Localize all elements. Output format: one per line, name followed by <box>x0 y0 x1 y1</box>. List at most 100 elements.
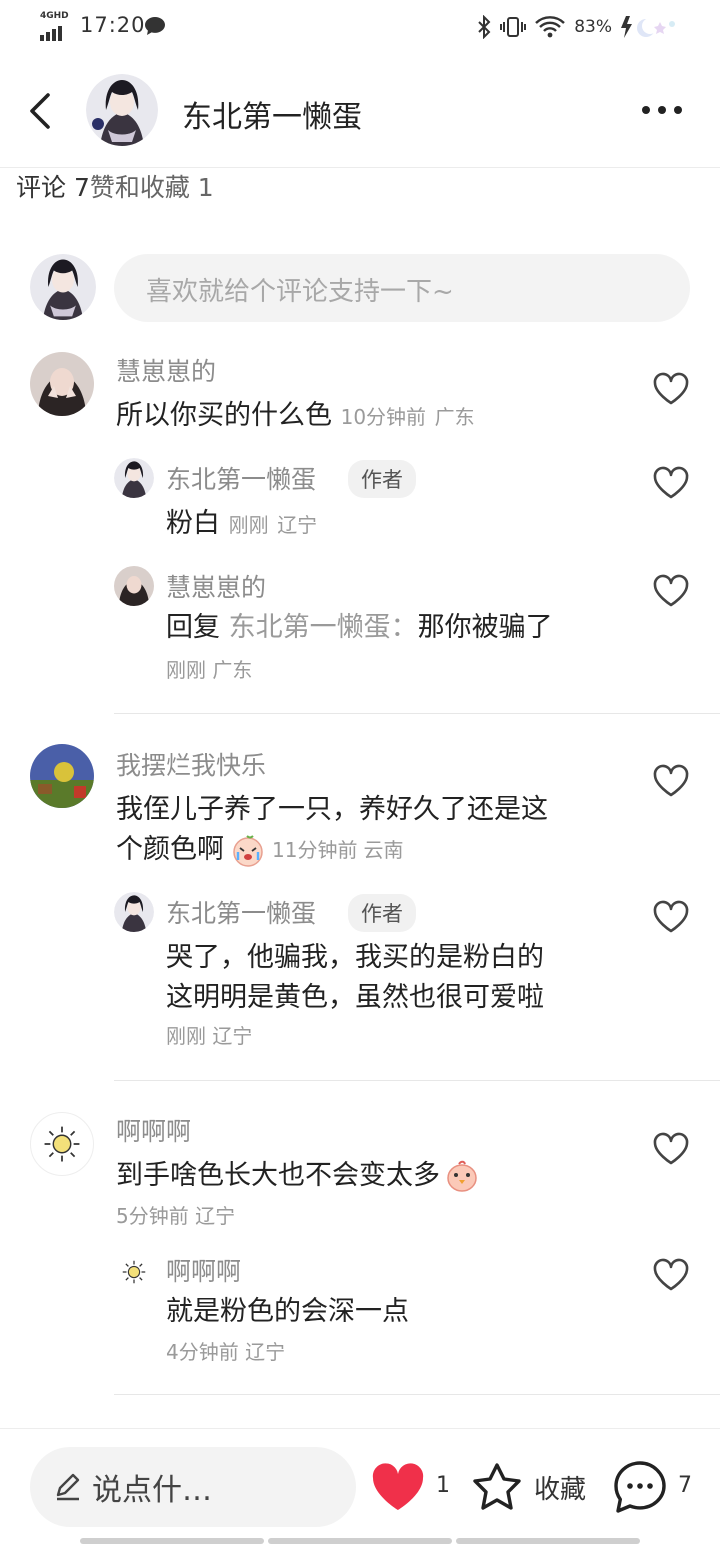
reply-time: 刚刚 <box>166 658 206 682</box>
reply-location: 辽宁 <box>277 513 318 537</box>
comment-text-line2: 个颜色啊 11分钟前 云南 <box>116 830 403 870</box>
thread-divider <box>114 1080 720 1081</box>
comment-body: 到手啥色长大也不会变太多 <box>116 1160 440 1191</box>
comment-count: 7 <box>678 1473 692 1498</box>
author-tag: 作者 <box>348 894 416 932</box>
author-tag: 作者 <box>348 460 416 498</box>
like-count: 1 <box>436 1473 450 1498</box>
say-something-label: 说点什… <box>92 1473 212 1508</box>
reply-avatar[interactable] <box>114 1252 154 1292</box>
network-type: 4GHD <box>40 11 69 21</box>
reply-body: 那你被骗了 <box>417 612 553 643</box>
commenter-avatar[interactable] <box>30 744 94 808</box>
wifi-icon <box>535 16 566 38</box>
reply-location: 辽宁 <box>212 1024 253 1048</box>
comment-location: 辽宁 <box>195 1204 236 1228</box>
chick-emoji-icon <box>447 1160 477 1192</box>
message-notification-icon <box>145 17 165 35</box>
star-icon[interactable] <box>470 1461 524 1513</box>
pencil-icon <box>56 1473 80 1501</box>
heart-outline-icon[interactable] <box>652 764 690 798</box>
reply-time: 刚刚 <box>166 1024 206 1048</box>
reply-meta: 刚刚 广东 <box>166 654 252 683</box>
anime-girl-avatar-icon <box>30 254 96 320</box>
heart-outline-icon[interactable] <box>652 466 690 500</box>
count-summary: 评论 7赞和收藏 1 <box>16 168 214 204</box>
bottom-action-bar: 说点什… 1 收藏 7 <box>0 1428 720 1544</box>
anime-girl-avatar-icon <box>86 74 158 146</box>
top-nav: 东北第一懒蛋 <box>0 58 720 168</box>
comment-time: 5分钟前 <box>116 1204 189 1228</box>
page-title: 东北第一懒蛋 <box>182 100 362 135</box>
reply-prefix: 回复 <box>166 612 220 643</box>
like-save-count-label: 赞和收藏 1 <box>89 173 214 202</box>
comment-count-label: 评论 7 <box>16 173 90 202</box>
comment-username[interactable]: 我摆烂我快乐 <box>116 746 266 782</box>
comment-input[interactable]: 喜欢就给个评论支持一下~ <box>114 254 690 322</box>
say-something-input[interactable]: 说点什… <box>30 1447 356 1527</box>
reply-avatar[interactable] <box>114 892 154 932</box>
heart-outline-icon[interactable] <box>652 1258 690 1292</box>
reply-target-name[interactable]: 东北第一懒蛋： <box>229 612 418 643</box>
anime-girl-avatar-icon <box>114 458 154 498</box>
comment-input-placeholder: 喜欢就给个评论支持一下~ <box>146 277 454 307</box>
heart-outline-icon[interactable] <box>652 574 690 608</box>
comment-meta: 5分钟前 辽宁 <box>116 1200 235 1229</box>
heart-outline-icon[interactable] <box>652 1132 690 1166</box>
more-icon[interactable] <box>640 104 684 116</box>
reply-text-line2: 这明明是黄色，虽然也很可爱啦 <box>166 982 544 1013</box>
comment-username[interactable]: 慧崽崽的 <box>116 352 216 388</box>
thread-divider <box>114 713 720 714</box>
save-label[interactable]: 收藏 <box>534 1469 586 1506</box>
clock: 17:20 <box>80 13 146 37</box>
thread-divider <box>114 1394 720 1395</box>
vibrate-icon <box>500 17 527 37</box>
comment-location: 云南 <box>363 838 404 862</box>
comment-bubble-icon[interactable] <box>612 1459 668 1515</box>
comment-body: 所以你买的什么色 <box>116 400 332 431</box>
sun-icon <box>44 1126 80 1162</box>
reply-avatar[interactable] <box>114 566 154 606</box>
reply-text-line1: 哭了，他骗我，我买的是粉白的 <box>166 942 544 973</box>
anime-girl-avatar-icon <box>114 892 154 932</box>
author-avatar[interactable] <box>86 74 158 146</box>
heart-outline-icon[interactable] <box>652 372 690 406</box>
reply-username[interactable]: 啊啊啊 <box>166 1252 241 1288</box>
reply-username[interactable]: 东北第一懒蛋 <box>166 894 316 930</box>
reply-location: 辽宁 <box>245 1340 286 1364</box>
commenter-avatar[interactable] <box>30 352 94 416</box>
sun-icon <box>122 1260 146 1284</box>
game-scene-avatar-icon <box>30 744 94 808</box>
reply-meta: 刚刚 辽宁 <box>166 1020 252 1049</box>
comment-body: 个颜色啊 <box>116 834 224 865</box>
comment-text-line1: 我侄儿子养了一只，养好久了还是这 <box>116 794 548 825</box>
bluetooth-icon <box>478 15 491 39</box>
comment-username[interactable]: 啊啊啊 <box>116 1112 191 1148</box>
battery-percent: 83% <box>574 17 612 37</box>
gesture-bar <box>80 1538 640 1544</box>
reply-time: 4分钟前 <box>166 1340 239 1364</box>
reply-username[interactable]: 东北第一懒蛋 <box>166 460 316 496</box>
heart-outline-icon[interactable] <box>652 900 690 934</box>
comment-location: 广东 <box>434 405 475 429</box>
comment-time: 11分钟前 <box>272 838 358 862</box>
my-avatar <box>30 254 96 320</box>
reply-username[interactable]: 慧崽崽的 <box>166 568 266 604</box>
reply-avatar[interactable] <box>114 458 154 498</box>
reply-time: 刚刚 <box>228 513 269 537</box>
photo-avatar-icon <box>30 352 94 416</box>
reply-text: 粉白 刚刚 辽宁 <box>166 504 317 545</box>
comment-time: 10分钟前 <box>340 405 427 429</box>
status-icons: 83% <box>476 14 680 40</box>
status-bar: 4GHD 17:20 83% <box>0 0 720 54</box>
comment-text: 所以你买的什么色 10分钟前 广东 <box>116 396 475 437</box>
comment-text: 到手啥色长大也不会变太多 <box>116 1156 480 1196</box>
back-arrow-icon[interactable] <box>26 91 58 131</box>
heart-filled-icon[interactable] <box>370 1463 426 1513</box>
reply-location: 广东 <box>212 658 253 682</box>
reply-text: 回复 东北第一懒蛋：那你被骗了 <box>166 608 553 648</box>
commenter-avatar[interactable] <box>30 1112 94 1176</box>
signal-bars-icon <box>40 26 62 41</box>
reply-meta: 4分钟前 辽宁 <box>166 1336 285 1365</box>
crying-emoji-icon <box>233 835 263 867</box>
